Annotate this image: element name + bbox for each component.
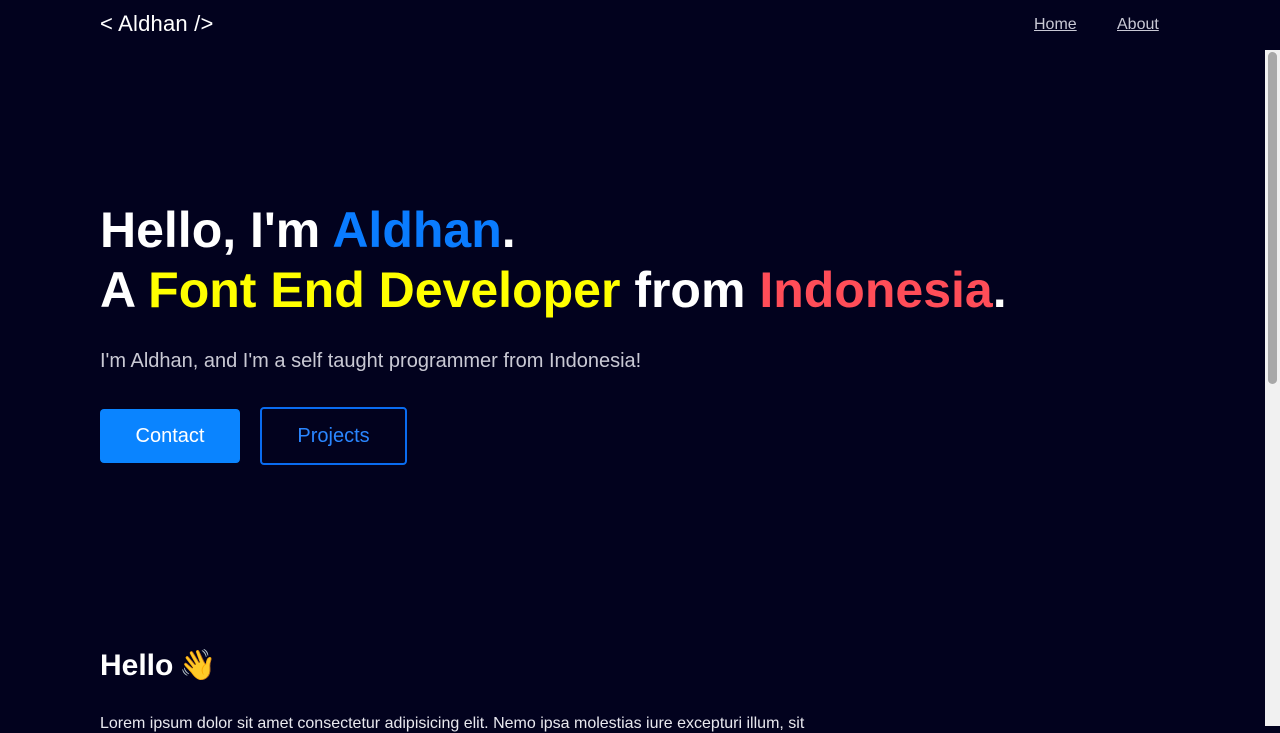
top-navbar: < Aldhan /> Home About xyxy=(0,0,1280,50)
role-highlight: Font End Developer xyxy=(148,262,621,318)
greeting-text: Hello, I'm xyxy=(100,202,333,258)
about-heading-text: Hello xyxy=(100,649,174,682)
nav-link-about[interactable]: About xyxy=(1117,16,1159,34)
nav-link-home[interactable]: Home xyxy=(1034,16,1077,34)
name-highlight: Aldhan xyxy=(332,202,502,258)
article-text: A xyxy=(100,262,149,318)
hero-line1: Hello, I'm Aldhan. xyxy=(100,202,516,258)
brand-logo[interactable]: < Aldhan /> xyxy=(100,11,214,37)
contact-button[interactable]: Contact xyxy=(100,409,240,463)
about-heading: Hello 👋 xyxy=(100,648,217,683)
about-body-text: Lorem ipsum dolor sit amet consectetur a… xyxy=(100,715,805,732)
projects-button[interactable]: Projects xyxy=(260,407,407,465)
from-text: from xyxy=(620,262,760,318)
hero-title: Hello, I'm Aldhan. A Font End Developer … xyxy=(100,200,1007,320)
waving-hand-icon: 👋 xyxy=(179,649,217,682)
scrollbar-thumb[interactable] xyxy=(1268,52,1277,384)
hero-line2: A Font End Developer from Indonesia. xyxy=(100,262,1007,318)
period: . xyxy=(501,202,516,258)
period: . xyxy=(992,262,1007,318)
country-highlight: Indonesia xyxy=(759,262,993,318)
hero-subtitle: I'm Aldhan, and I'm a self taught progra… xyxy=(100,350,642,372)
